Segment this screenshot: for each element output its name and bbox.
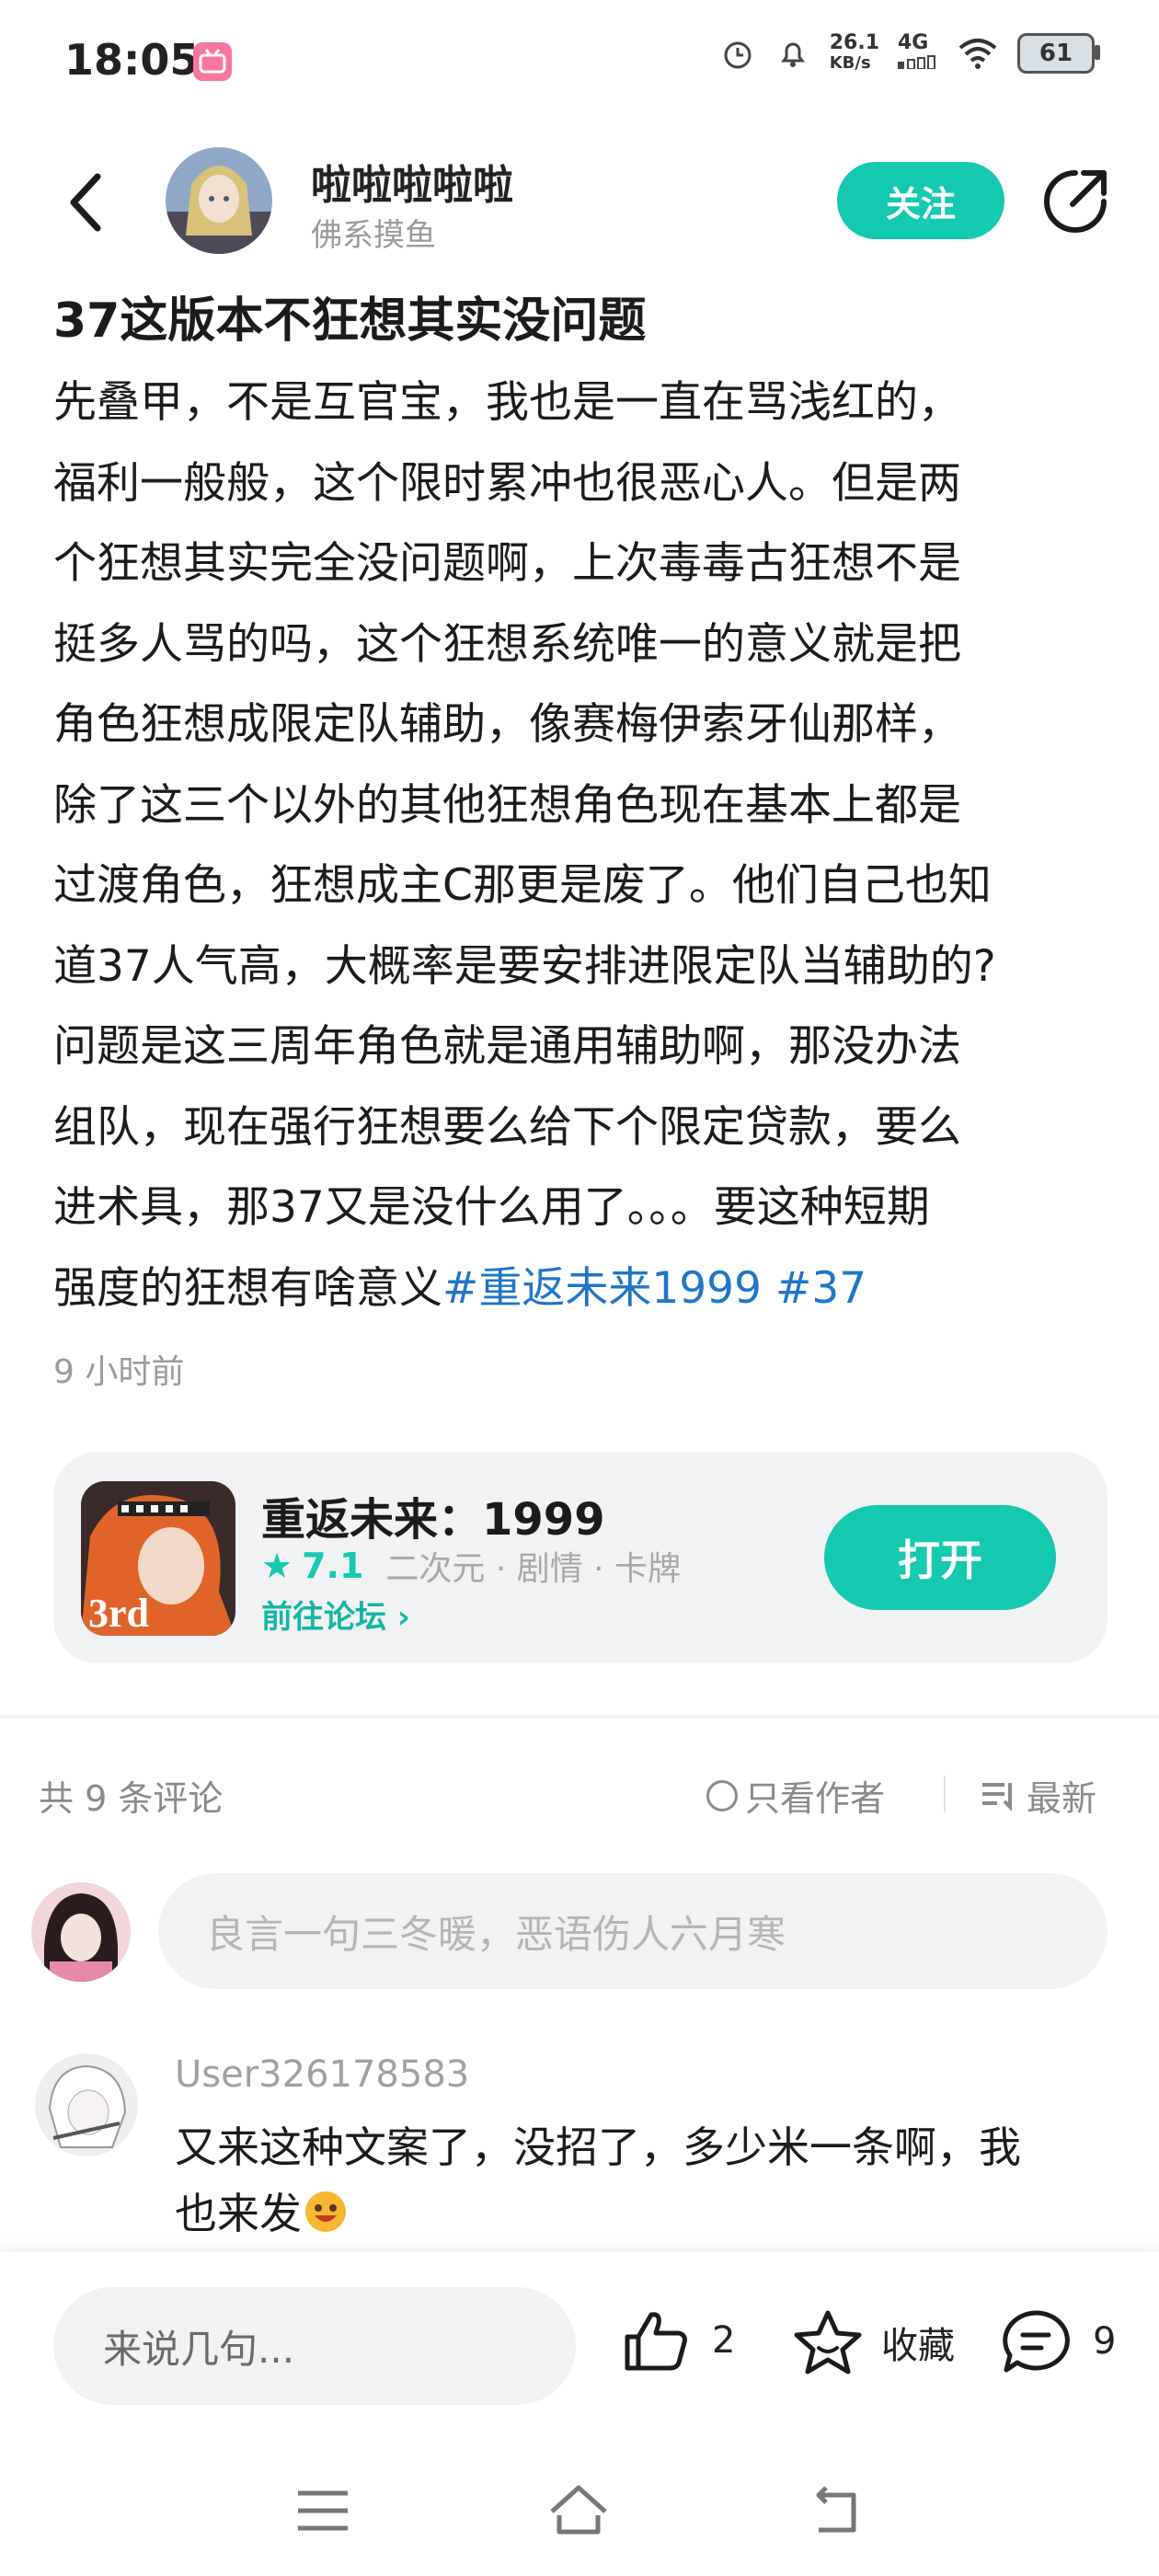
comment-line: 又来这种文案了，没招了，多少米一条啊，我: [175, 2122, 1021, 2172]
author-name[interactable]: 啦啦啦啦啦: [311, 152, 513, 211]
post-line: 个狂想其实完全没问题啊，上次毒毒古狂想不是: [53, 538, 961, 589]
commenter-avatar[interactable]: [35, 2053, 138, 2156]
favorite-button[interactable]: 收藏: [791, 2307, 955, 2377]
author-only-label: 只看作者: [745, 1778, 886, 1819]
game-genre: 二次元 · 剧情 · 卡牌: [385, 1550, 682, 1588]
battery-icon: 61: [1017, 33, 1100, 74]
game-meta: ★ 7.1 二次元 · 剧情 · 卡牌: [261, 1542, 681, 1590]
comment-input[interactable]: 良言一句三冬暖，恶语伤人六月寒: [158, 1873, 1107, 1989]
cell-signal: 4G: [898, 33, 938, 74]
sort-label: 最新: [1027, 1778, 1097, 1819]
section-divider: [0, 1715, 1159, 1719]
author-subtitle: 佛系摸鱼: [311, 217, 436, 254]
alarm-icon: [724, 41, 752, 69]
post-line-last: 强度的狂想有啥意义#重返未来1999 #37: [53, 1248, 1111, 1329]
post-line: 福利一般般，这个限时累冲也很恶心人。但是两: [53, 457, 961, 509]
network-speed-unit: KB/s: [829, 53, 871, 73]
thumbs-up-icon: [625, 2312, 687, 2371]
post-line: 组队，现在强行狂想要么给下个限定贷款，要么: [53, 1101, 961, 1153]
post-line: 角色狂想成限定队辅助，像赛梅伊索牙仙那样，: [53, 699, 961, 750]
post-line-text: 强度的狂想有啥意义: [53, 1262, 442, 1314]
reply-input[interactable]: 来说几句...: [53, 2287, 576, 2405]
comment-line-text: 也来发: [175, 2189, 302, 2238]
favorite-label: 收藏: [881, 2325, 955, 2367]
like-button[interactable]: 2: [622, 2307, 735, 2374]
home-icon[interactable]: [546, 2478, 611, 2543]
battery-level: 61: [1039, 40, 1073, 67]
post-line: 除了这三个以外的其他狂想角色现在基本上都是: [53, 779, 961, 831]
post-line: 先叠甲，不是互官宝，我也是一直在骂浅红的，: [53, 377, 961, 428]
sort-icon: [982, 1782, 1012, 1811]
status-icons: 26.1 KB/s 4G 61: [719, 33, 1100, 74]
forum-link-label: 前往论坛: [261, 1599, 386, 1636]
share-icon[interactable]: [1039, 166, 1111, 237]
hashtag-link[interactable]: #37: [775, 1263, 866, 1314]
author-only-toggle[interactable]: 只看作者: [706, 1770, 885, 1821]
wifi-icon: [958, 39, 997, 69]
star-icon: ★: [261, 1546, 293, 1586]
post-body: 先叠甲，不是互官宝，我也是一直在骂浅红的， 福利一般般，这个限时累冲也很恶心人。…: [53, 362, 1111, 1328]
comment-count: 共 9 条评论: [39, 1778, 224, 1819]
comment-total: 9: [1093, 2320, 1117, 2363]
post-line: 挺多人骂的吗，这个狂想系统唯一的意义就是把: [53, 618, 961, 670]
commenter-name[interactable]: User326178583: [175, 2053, 469, 2096]
divider: [944, 1776, 946, 1812]
comment-button[interactable]: 9: [999, 2307, 1116, 2375]
post-line: 过渡角色，狂想成主C那更是废了。他们自己也知: [53, 860, 992, 911]
network-speed-value: 26.1: [829, 31, 879, 54]
back-nav-icon[interactable]: [804, 2478, 868, 2543]
status-time: 18:05: [64, 35, 200, 85]
post-title: 37这版本不狂想其实没问题: [53, 293, 647, 349]
game-icon-text: 3rd: [88, 1591, 149, 1636]
network-speed: 26.1 KB/s: [830, 33, 879, 74]
author-avatar[interactable]: [166, 147, 272, 254]
follow-button[interactable]: 关注: [837, 162, 1004, 239]
game-app-icon[interactable]: 3rd: [81, 1481, 235, 1636]
open-game-button[interactable]: 打开: [824, 1505, 1056, 1610]
comment-bubble-icon: [1003, 2310, 1070, 2373]
post-line: 道37人气高，大概率是要安排进限定队当辅助的?: [53, 940, 996, 992]
game-rating: 7.1: [302, 1546, 364, 1586]
menu-icon[interactable]: [291, 2478, 355, 2543]
sort-toggle[interactable]: 最新: [981, 1770, 1096, 1821]
back-arrow-icon[interactable]: [61, 166, 116, 239]
like-count: 2: [712, 2319, 736, 2362]
bilibili-app-icon: [193, 42, 232, 81]
network-type: 4G: [898, 31, 929, 54]
comment-text: 又来这种文案了，没招了，多少米一条啊，我 也来发: [175, 2114, 1095, 2247]
notification-bell-icon: [780, 42, 805, 67]
radio-icon: [706, 1779, 738, 1811]
star-outline-icon: [794, 2310, 862, 2375]
post-line: 问题是这三周年角色就是通用辅助啊，那没办法: [53, 1021, 961, 1072]
my-avatar: [31, 1882, 131, 1982]
game-name[interactable]: 重返未来：1999: [261, 1483, 605, 1547]
post-time: 9 小时前: [53, 1353, 185, 1391]
go-to-forum-link[interactable]: 前往论坛 ›: [261, 1592, 410, 1637]
grinning-emoji-icon: [305, 2191, 346, 2232]
post-line: 进术具，那37又是没什么用了。。。要这种短期: [53, 1182, 930, 1233]
hashtag-link[interactable]: #重返未来1999: [442, 1263, 762, 1314]
comment-line-2: 也来发: [175, 2180, 1095, 2247]
chevron-right-icon: ›: [396, 1599, 410, 1636]
